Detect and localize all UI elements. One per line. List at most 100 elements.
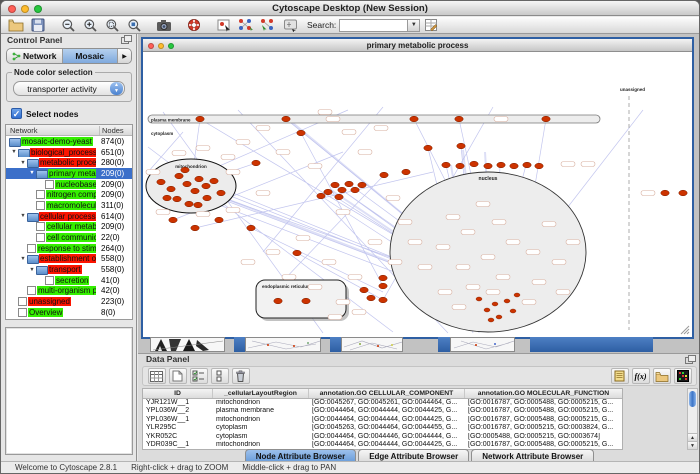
table-row[interactable]: YKR052Ccytoplasm[GO:0044464, GO:0044446,… [143, 433, 622, 442]
import-network-button[interactable] [236, 17, 256, 33]
select-attributes-button[interactable] [190, 368, 208, 384]
minimized-window[interactable] [450, 337, 515, 352]
zoom-selected-region-button[interactable] [102, 17, 122, 33]
select-nodes-checkbox[interactable]: ✓ [11, 108, 22, 119]
new-attribute-button[interactable] [169, 368, 187, 384]
tree-row-selected[interactable]: ▼primary metabolic process209(0) [6, 168, 132, 179]
save-session-button[interactable] [28, 17, 48, 33]
file-icon [18, 297, 27, 306]
tree-row[interactable]: cell communicat22(0) [6, 232, 132, 243]
birds-eye-view[interactable] [5, 327, 133, 455]
apply-vizmap-button[interactable] [258, 17, 278, 33]
tree-row[interactable]: ▼establishment of lo558(0) [6, 254, 132, 265]
node-color-dropdown-value: transporter activity [14, 84, 110, 94]
plasma-membrane-label: plasma membrane [151, 117, 191, 122]
delete-attribute-button[interactable] [232, 368, 250, 384]
minimized-window-titlebar[interactable] [330, 337, 341, 352]
export-image-button[interactable] [154, 17, 174, 33]
minimized-window[interactable] [150, 337, 225, 352]
tree-row[interactable]: Overview8(0) [6, 307, 132, 318]
tree-row[interactable]: secretion41(0) [6, 275, 132, 286]
select-mode-button[interactable] [280, 17, 300, 33]
tab-network[interactable]: Network [7, 49, 63, 63]
disclosure-triangle-icon[interactable]: ▼ [10, 149, 18, 155]
network-nodes-icon [238, 18, 254, 32]
minimized-window-titlebar[interactable] [530, 337, 653, 352]
disclosure-triangle-icon[interactable]: ▼ [28, 170, 36, 176]
minimized-window-titlebar[interactable] [234, 337, 245, 352]
folder-icon [9, 138, 20, 145]
tree-row[interactable]: ▼transport558(0) [6, 264, 132, 275]
folder-icon [36, 266, 47, 273]
folder-icon [27, 255, 38, 262]
node-color-selection-group: Node color selection transporter activit… [6, 72, 132, 102]
disclosure-triangle-icon[interactable]: ▼ [19, 213, 27, 219]
tab-mosaic-label: Mosaic [75, 51, 104, 61]
tree-row[interactable]: cellular metabo209(0) [6, 222, 132, 233]
minimized-window[interactable] [245, 337, 321, 352]
help-button[interactable] [184, 17, 204, 33]
attribute-table-header[interactable]: ID _cellularLayoutRegion annotation.GO C… [143, 389, 622, 399]
search-dropdown-button[interactable]: ▼ [407, 19, 420, 32]
disclosure-triangle-icon[interactable]: ▼ [19, 160, 27, 166]
open-folder-icon [655, 371, 669, 382]
lined-page-icon [614, 370, 625, 382]
table-vertical-scrollbar[interactable]: ▲ ▼ [687, 388, 698, 450]
save-icon [31, 18, 45, 32]
float-panel-icon[interactable] [685, 355, 696, 364]
function-builder-button[interactable]: f(x) [632, 368, 650, 384]
table-row[interactable]: YJR121W__1mitochondrion[GO:0045267, GO:0… [143, 399, 622, 408]
tree-col-network: Network [6, 126, 99, 135]
tree-row[interactable]: multi-organism pro42(0) [6, 286, 132, 297]
tree-row[interactable]: nucleobase-209(0) [6, 179, 132, 190]
tab-mosaic[interactable]: Mosaic [63, 49, 119, 63]
unselect-attributes-button[interactable] [211, 368, 229, 384]
tree-row[interactable]: ▼biological_process651(0) [6, 147, 132, 158]
status-welcome: Welcome to Cytoscape 2.8.1 [15, 463, 117, 472]
tree-row[interactable]: ▼metabolic process280(0) [6, 157, 132, 168]
folder-icon [27, 213, 38, 220]
table-row[interactable]: YLR295Ccytoplasm[GO:0045263, GO:0044464,… [143, 424, 622, 433]
disclosure-triangle-icon[interactable]: ▼ [19, 256, 27, 262]
node-color-dropdown[interactable]: transporter activity ▲▼ [13, 81, 125, 96]
network-view-window[interactable]: primary metabolic process nucleus mitoch… [141, 37, 694, 339]
attribute-table: ID _cellularLayoutRegion annotation.GO C… [142, 388, 623, 450]
data-panel-toolbar: f(x) [142, 366, 697, 386]
table-row[interactable]: YPL036W__2plasma membrane[GO:0044464, GO… [143, 407, 622, 416]
zoom-in-button[interactable] [80, 17, 100, 33]
attribute-table-button[interactable] [148, 368, 166, 384]
network-tab-icon [12, 52, 21, 61]
tree-col-nodes: Nodes [99, 126, 132, 135]
select-nodes-label: Select nodes [26, 109, 78, 119]
tree-row[interactable]: mosaic-demo-yeast874(0) [6, 136, 132, 147]
tree-row[interactable]: nitrogen compo209(0) [6, 189, 132, 200]
zoom-out-button[interactable] [58, 17, 78, 33]
float-panel-icon[interactable] [121, 35, 132, 44]
tab-overflow-arrow[interactable]: ▶ [118, 49, 131, 63]
control-panel: Control Panel Network Mosaic ▶ Node colo… [1, 34, 137, 463]
open-session-button[interactable] [6, 17, 26, 33]
disclosure-triangle-icon[interactable]: ▼ [28, 267, 36, 273]
file-icon [27, 244, 36, 253]
network-canvas[interactable]: nucleus mitochondrion plasma membrane cy… [143, 52, 692, 337]
minimized-window-titlebar[interactable] [438, 337, 450, 352]
window-title: Cytoscape Desktop (New Session) [1, 3, 699, 14]
tree-row[interactable]: unassigned223(0) [6, 296, 132, 307]
import-attributes-button[interactable] [653, 368, 671, 384]
checkbox-pair-icon [215, 370, 224, 382]
minimized-window[interactable] [341, 337, 403, 352]
tree-row[interactable]: response to stimulu264(0) [6, 243, 132, 254]
scroll-down-arrow-icon[interactable]: ▼ [688, 441, 697, 449]
zoom-fit-button[interactable] [124, 17, 144, 33]
tree-row[interactable]: macromolecule311(0) [6, 200, 132, 211]
scroll-up-arrow-icon[interactable]: ▲ [688, 433, 697, 441]
scrollbar-thumb[interactable] [689, 391, 696, 407]
table-row[interactable]: YPL036W__1mitochondrion[GO:0044464, GO:0… [143, 416, 622, 425]
attribute-batch-editor-button[interactable] [611, 368, 629, 384]
annotation-button[interactable] [214, 17, 234, 33]
tree-row[interactable]: ▼cellular process614(0) [6, 211, 132, 222]
open-folder-icon [8, 18, 24, 32]
search-input[interactable] [339, 19, 407, 32]
advanced-search-button[interactable] [421, 17, 441, 33]
matrix-view-button[interactable] [674, 368, 692, 384]
